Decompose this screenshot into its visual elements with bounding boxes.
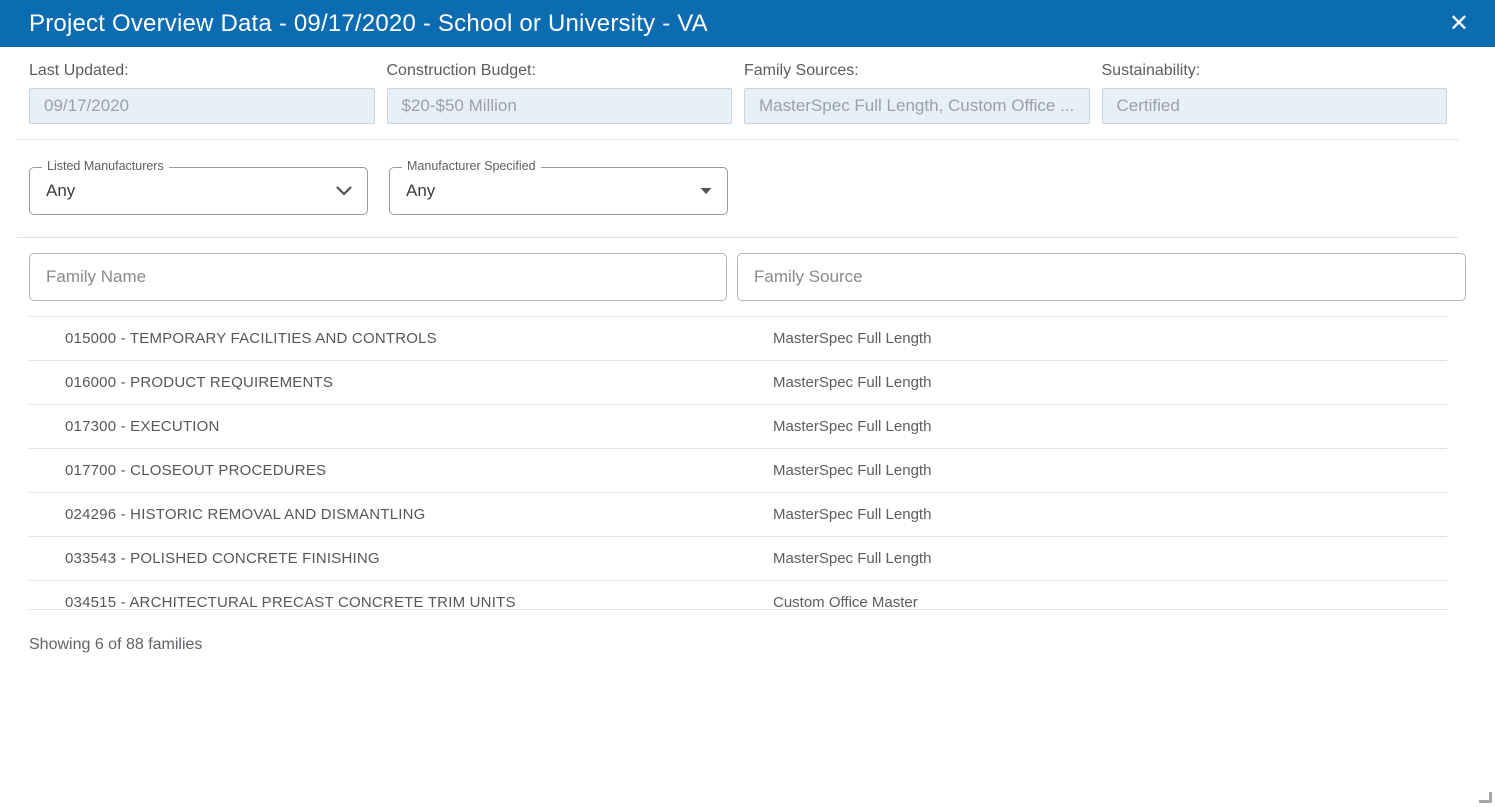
construction-budget-value: $20-$50 Million [387,88,733,124]
last-updated-value: 09/17/2020 [29,88,375,124]
family-source-input[interactable] [737,253,1466,301]
listed-manufacturers-label: Listed Manufacturers [42,159,169,173]
sustainability-label: Sustainability: [1102,62,1448,80]
listed-manufacturers-dropdown[interactable]: Listed Manufacturers Any [29,167,368,215]
listed-manufacturers-value: Any [30,168,367,214]
family-sources-value: MasterSpec Full Length, Custom Office ..… [744,88,1090,124]
family-name-cell: 024296 - HISTORIC REMOVAL AND DISMANTLIN… [29,493,773,536]
dialog-header: Project Overview Data - 09/17/2020 - Sch… [0,0,1495,47]
manufacturer-specified-label: Manufacturer Specified [402,159,541,173]
family-source-cell: MasterSpec Full Length [773,405,1447,448]
family-source-cell: MasterSpec Full Length [773,449,1447,492]
last-updated-label: Last Updated: [29,62,375,80]
sustainability-field: Sustainability: Certified [1102,62,1448,124]
table-row[interactable]: 017700 - CLOSEOUT PROCEDURES MasterSpec … [29,449,1447,493]
family-sources-label: Family Sources: [744,62,1090,80]
table-row[interactable]: 015000 - TEMPORARY FACILITIES AND CONTRO… [29,317,1447,361]
family-name-cell: 017700 - CLOSEOUT PROCEDURES [29,449,773,492]
filters-row: Listed Manufacturers Any Manufacturer Sp… [0,140,1495,237]
resize-grip-icon[interactable] [1479,792,1492,803]
family-source-cell: MasterSpec Full Length [773,537,1447,580]
search-row [0,238,1495,301]
chevron-down-icon [336,186,352,196]
family-name-cell: 016000 - PRODUCT REQUIREMENTS [29,361,773,404]
dropdown-arrow-icon [700,188,712,195]
sustainability-value: Certified [1102,88,1448,124]
family-name-cell: 015000 - TEMPORARY FACILITIES AND CONTRO… [29,317,773,360]
status-text: Showing 6 of 88 families [0,610,1495,654]
table-row[interactable]: 034515 - ARCHITECTURAL PRECAST CONCRETE … [29,581,1447,610]
family-source-cell: Custom Office Master [773,581,1447,610]
close-button[interactable]: ✕ [1443,10,1475,38]
dialog-title: Project Overview Data - 09/17/2020 - Sch… [29,10,708,38]
family-name-input[interactable] [29,253,727,301]
table-row[interactable]: 024296 - HISTORIC REMOVAL AND DISMANTLIN… [29,493,1447,537]
family-source-cell: MasterSpec Full Length [773,361,1447,404]
manufacturer-specified-dropdown[interactable]: Manufacturer Specified Any [389,167,728,215]
family-name-cell: 033543 - POLISHED CONCRETE FINISHING [29,537,773,580]
family-source-cell: MasterSpec Full Length [773,317,1447,360]
close-icon: ✕ [1449,10,1469,37]
construction-budget-label: Construction Budget: [387,62,733,80]
family-name-cell: 017300 - EXECUTION [29,405,773,448]
family-name-cell: 034515 - ARCHITECTURAL PRECAST CONCRETE … [29,581,773,610]
family-sources-field: Family Sources: MasterSpec Full Length, … [744,62,1090,124]
construction-budget-field: Construction Budget: $20-$50 Million [387,62,733,124]
families-table[interactable]: 015000 - TEMPORARY FACILITIES AND CONTRO… [29,316,1447,610]
family-source-cell: MasterSpec Full Length [773,493,1447,536]
table-row[interactable]: 033543 - POLISHED CONCRETE FINISHING Mas… [29,537,1447,581]
summary-row: Last Updated: 09/17/2020 Construction Bu… [0,47,1495,124]
manufacturer-specified-value: Any [390,168,727,214]
last-updated-field: Last Updated: 09/17/2020 [29,62,375,124]
table-row[interactable]: 016000 - PRODUCT REQUIREMENTS MasterSpec… [29,361,1447,405]
table-row[interactable]: 017300 - EXECUTION MasterSpec Full Lengt… [29,405,1447,449]
